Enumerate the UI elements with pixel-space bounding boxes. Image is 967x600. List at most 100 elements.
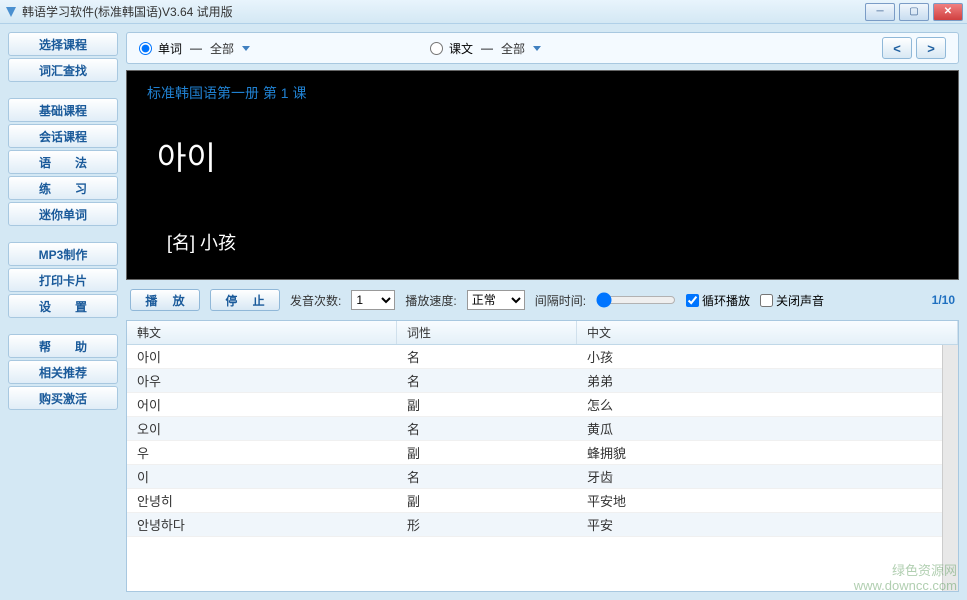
word-radio-label: 单词: [158, 40, 182, 57]
cell-chinese: 黄瓜: [577, 417, 942, 440]
table-header: 韩文 词性 中文: [127, 321, 958, 345]
cell-korean: 안녕히: [127, 489, 397, 512]
table-row[interactable]: 어이副怎么: [127, 393, 942, 417]
text-scope[interactable]: 全部: [501, 40, 525, 57]
vocab-table: 韩文 词性 中文 아이名小孩아우名弟弟어이副怎么오이名黄瓜우副蜂拥貌이名牙齿안녕…: [126, 320, 959, 592]
text-radio-label: 课文: [449, 40, 473, 57]
mini-vocab-button[interactable]: 迷你单词: [8, 202, 118, 226]
mp3-make-button[interactable]: MP3制作: [8, 242, 118, 266]
sidebar-group-4: 帮 助 相关推荐 购买激活: [8, 334, 118, 410]
control-bar: 播 放 停 止 发音次数: 1 播放速度: 正常 间隔时间: 循环播放 关闭声音: [126, 286, 959, 314]
scrollbar[interactable]: [942, 345, 958, 591]
th-korean[interactable]: 韩文: [127, 321, 397, 344]
play-button[interactable]: 播 放: [130, 289, 200, 311]
minimize-button[interactable]: ─: [865, 3, 895, 21]
cell-korean: 안녕하다: [127, 513, 397, 536]
settings-button[interactable]: 设 置: [8, 294, 118, 318]
speed-select[interactable]: 正常: [467, 290, 525, 310]
practice-button[interactable]: 练 习: [8, 176, 118, 200]
sidebar-group-1: 选择课程 词汇查找: [8, 32, 118, 82]
table-body: 아이名小孩아우名弟弟어이副怎么오이名黄瓜우副蜂拥貌이名牙齿안녕히副平安地안녕하다…: [127, 345, 942, 591]
display-area: 标准韩国语第一册 第 1 课 아이 [名] 小孩: [126, 70, 959, 280]
cell-pos: 副: [397, 441, 577, 464]
cell-chinese: 弟弟: [577, 369, 942, 392]
cell-pos: 名: [397, 417, 577, 440]
lesson-title: 标准韩国语第一册 第 1 课: [147, 83, 938, 103]
text-radio[interactable]: [430, 42, 443, 55]
cell-chinese: 平安地: [577, 489, 942, 512]
cell-chinese: 平安: [577, 513, 942, 536]
table-row[interactable]: 오이名黄瓜: [127, 417, 942, 441]
cell-pos: 名: [397, 345, 577, 368]
watermark: 绿色资源网 www.downcc.com: [854, 563, 957, 594]
cell-korean: 아우: [127, 369, 397, 392]
titlebar: 韩语学习软件(标准韩国语)V3.64 试用版 ─ ▢ ✕: [0, 0, 967, 24]
loop-checkbox-group[interactable]: 循环播放: [686, 292, 750, 309]
mute-checkbox[interactable]: [760, 294, 773, 307]
table-row[interactable]: 이名牙齿: [127, 465, 942, 489]
buy-activate-button[interactable]: 购买激活: [8, 386, 118, 410]
dropdown-arrow-icon[interactable]: [242, 46, 250, 51]
main-content: 选择课程 词汇查找 基础课程 会话课程 语 法 练 习 迷你单词 MP3制作 打…: [0, 24, 967, 600]
next-button[interactable]: >: [916, 37, 946, 59]
print-card-button[interactable]: 打印卡片: [8, 268, 118, 292]
nav-buttons: < >: [882, 37, 946, 59]
related-button[interactable]: 相关推荐: [8, 360, 118, 384]
page-indicator: 1/10: [932, 293, 955, 307]
mute-checkbox-group[interactable]: 关闭声音: [760, 292, 824, 309]
grammar-button[interactable]: 语 法: [8, 150, 118, 174]
conversation-course-button[interactable]: 会话课程: [8, 124, 118, 148]
th-chinese[interactable]: 中文: [577, 321, 958, 344]
filter-bar: 单词 — 全部 课文 — 全部 < >: [126, 32, 959, 64]
vocab-search-button[interactable]: 词汇查找: [8, 58, 118, 82]
cell-pos: 名: [397, 465, 577, 488]
table-row[interactable]: 아우名弟弟: [127, 369, 942, 393]
korean-word: 아이: [157, 133, 938, 179]
word-scope[interactable]: 全部: [210, 40, 234, 57]
maximize-button[interactable]: ▢: [899, 3, 929, 21]
text-radio-group[interactable]: 课文 — 全部: [430, 40, 541, 57]
word-radio-group[interactable]: 单词 — 全部: [139, 40, 250, 57]
stop-button[interactable]: 停 止: [210, 289, 280, 311]
cell-pos: 形: [397, 513, 577, 536]
cell-chinese: 小孩: [577, 345, 942, 368]
prev-button[interactable]: <: [882, 37, 912, 59]
close-button[interactable]: ✕: [933, 3, 963, 21]
th-pos[interactable]: 词性: [397, 321, 577, 344]
cell-chinese: 蜂拥貌: [577, 441, 942, 464]
dropdown-arrow-icon[interactable]: [533, 46, 541, 51]
loop-checkbox[interactable]: [686, 294, 699, 307]
cell-korean: 우: [127, 441, 397, 464]
word-radio[interactable]: [139, 42, 152, 55]
sidebar-group-3: MP3制作 打印卡片 设 置: [8, 242, 118, 318]
table-row[interactable]: 아이名小孩: [127, 345, 942, 369]
cell-korean: 어이: [127, 393, 397, 416]
sidebar: 选择课程 词汇查找 基础课程 会话课程 语 法 练 习 迷你单词 MP3制作 打…: [8, 32, 118, 592]
cell-korean: 아이: [127, 345, 397, 368]
cell-korean: 오이: [127, 417, 397, 440]
basic-course-button[interactable]: 基础课程: [8, 98, 118, 122]
right-panel: 单词 — 全部 课文 — 全部 < > 标准韩国语第一册 第 1 课 아이: [126, 32, 959, 592]
cell-pos: 名: [397, 369, 577, 392]
dash: —: [481, 41, 493, 55]
table-row[interactable]: 우副蜂拥貌: [127, 441, 942, 465]
count-select[interactable]: 1: [351, 290, 395, 310]
app-icon: [4, 5, 18, 19]
cell-chinese: 牙齿: [577, 465, 942, 488]
interval-slider[interactable]: [596, 292, 676, 308]
select-course-button[interactable]: 选择课程: [8, 32, 118, 56]
help-button[interactable]: 帮 助: [8, 334, 118, 358]
sidebar-group-2: 基础课程 会话课程 语 法 练 习 迷你单词: [8, 98, 118, 226]
window-title: 韩语学习软件(标准韩国语)V3.64 试用版: [22, 3, 865, 20]
dash: —: [190, 41, 202, 55]
cell-chinese: 怎么: [577, 393, 942, 416]
cell-pos: 副: [397, 393, 577, 416]
window-controls: ─ ▢ ✕: [865, 3, 963, 21]
table-row[interactable]: 안녕히副平安地: [127, 489, 942, 513]
table-row[interactable]: 안녕하다形平安: [127, 513, 942, 537]
speed-label: 播放速度:: [405, 292, 456, 309]
word-meaning: [名] 小孩: [167, 229, 938, 255]
cell-korean: 이: [127, 465, 397, 488]
loop-label: 循环播放: [702, 292, 750, 309]
interval-slider-wrap: [596, 292, 676, 308]
